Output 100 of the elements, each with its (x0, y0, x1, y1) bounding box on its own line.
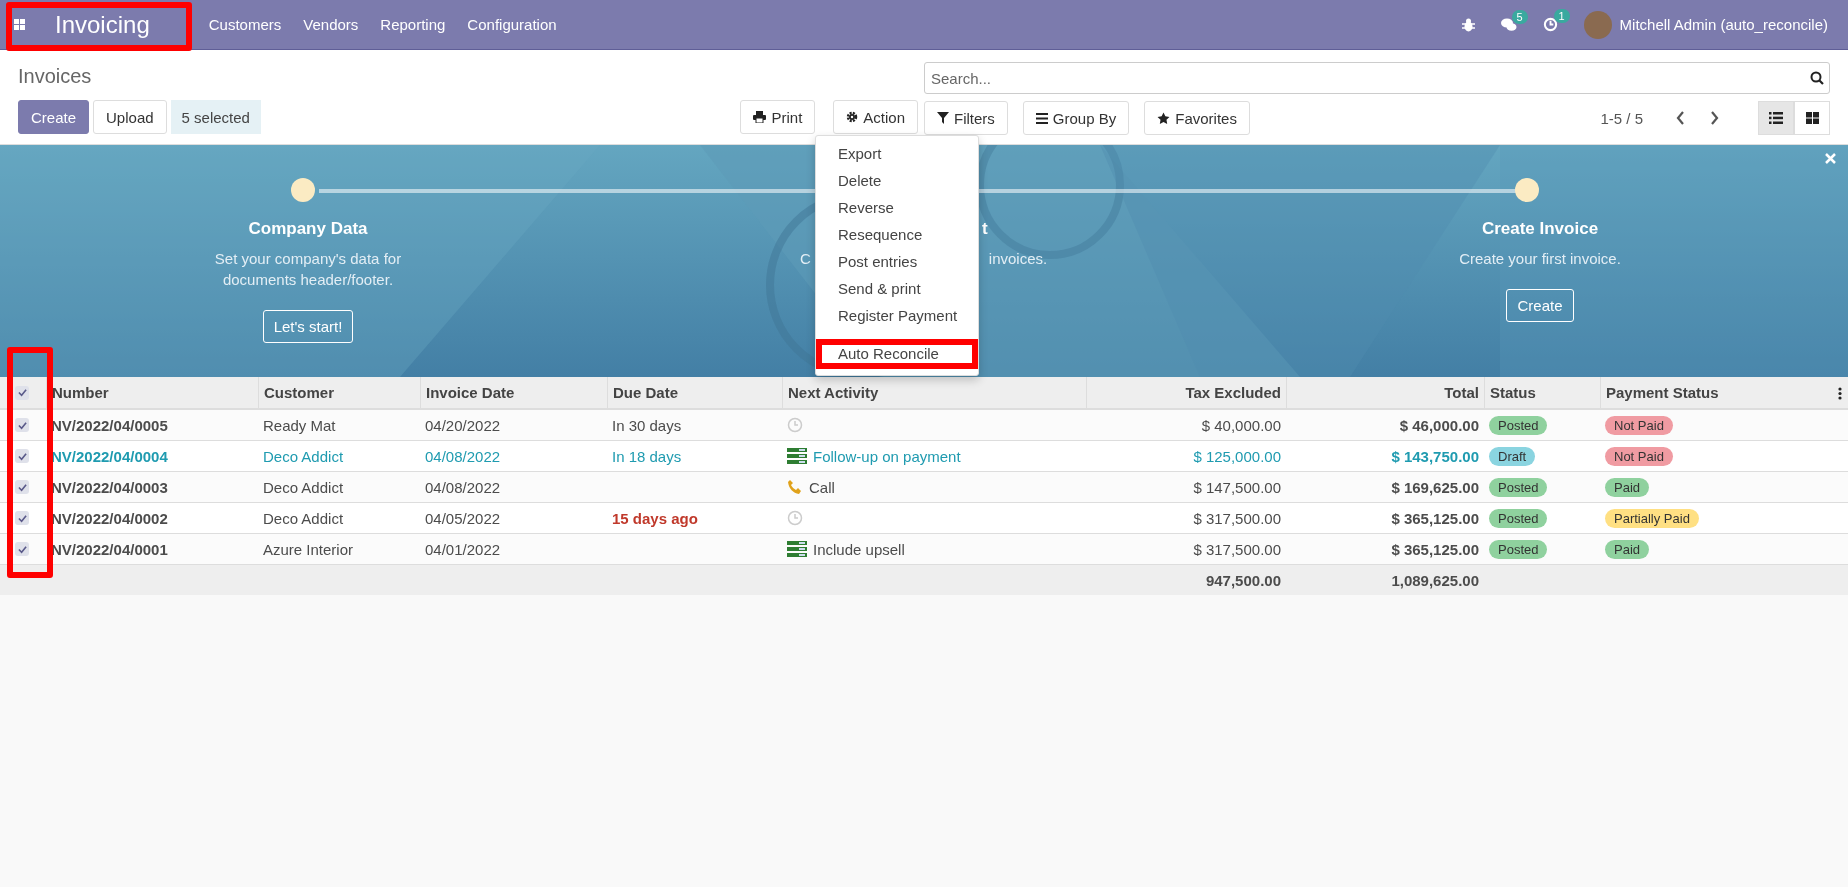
dropdown-item[interactable]: Send & print (816, 276, 978, 303)
group-by-button[interactable]: Group By (1022, 101, 1130, 135)
list-view-button[interactable] (1758, 101, 1794, 135)
action-button[interactable]: Action (833, 100, 918, 134)
table-cell: Azure Interior (263, 540, 354, 558)
table-cell: $ 125,000.00 (1193, 447, 1281, 465)
kanban-view-button[interactable] (1794, 101, 1830, 135)
dropdown-item[interactable]: Resequence (816, 222, 978, 249)
apps-menu-icon[interactable] (14, 19, 25, 30)
tax-excluded-total: 947,500.00 (1205, 571, 1281, 589)
chat-icon[interactable] (1500, 17, 1517, 32)
todo-list-icon[interactable] (787, 541, 807, 557)
checkbox[interactable] (15, 480, 29, 494)
table-cell: $ 317,500.00 (1193, 540, 1281, 558)
upload-button[interactable]: Upload (93, 100, 167, 134)
column-header[interactable]: Tax Excluded (1086, 377, 1286, 408)
menu-item[interactable]: Reporting (369, 16, 457, 33)
status-tag: Posted (1489, 539, 1548, 559)
dropdown-item[interactable]: Reverse (816, 195, 978, 222)
menu-item[interactable]: Vendors (292, 16, 370, 33)
checkbox[interactable] (15, 511, 29, 525)
table-cell: 04/05/2022 (425, 509, 501, 527)
table-cell: In 30 days (612, 416, 682, 434)
table-cell: 04/20/2022 (425, 416, 501, 434)
table-cell: 04/01/2022 (425, 540, 501, 558)
table-row[interactable]: NV/2022/04/0004 Deco Addict 04/08/2022 In 18 days Follow-up on payment $ 125,000.00 $ 143,750.00 Draft Not Paid (0, 441, 1848, 472)
column-header[interactable]: Next Activity (782, 377, 1086, 408)
table-cell: NV/2022/04/0004 (51, 447, 168, 465)
filter-icon (937, 112, 949, 124)
filters-button[interactable]: Filters (924, 101, 1008, 135)
app-title[interactable]: Invoicing (55, 10, 150, 39)
column-options-icon[interactable] (1838, 387, 1842, 400)
step-description: invoices. (988, 249, 1048, 269)
table-cell: Deco Addict (263, 509, 344, 527)
table-cell: $ 169,625.00 (1391, 478, 1479, 496)
search-icon[interactable] (1810, 71, 1824, 85)
status-tag: Posted (1489, 415, 1548, 435)
table-cell: $ 143,750.00 (1391, 447, 1479, 465)
table-cell: 15 days ago (612, 509, 698, 527)
favorites-button[interactable]: Favorites (1144, 101, 1250, 135)
payment-status-tag: Not Paid (1605, 446, 1673, 466)
table-cell: Include upsell (813, 540, 905, 558)
pager-value: 1-5 / 5 (1600, 109, 1643, 127)
table-cell: 04/08/2022 (425, 478, 501, 496)
column-header[interactable]: Number (46, 377, 258, 408)
step-title: t (982, 219, 988, 239)
selection-count: 5 selected (170, 100, 261, 134)
close-icon[interactable] (1825, 153, 1836, 164)
table-cell: $ 46,000.00 (1399, 416, 1479, 434)
column-header[interactable]: Customer (258, 377, 420, 408)
todo-list-icon[interactable] (787, 448, 807, 464)
table-cell: $ 317,500.00 (1193, 509, 1281, 527)
table-cell: Deco Addict (263, 478, 344, 496)
column-header[interactable]: Status (1484, 377, 1600, 408)
dropdown-item[interactable]: Export (816, 141, 978, 168)
menu-item[interactable]: Configuration (456, 16, 568, 33)
print-button[interactable]: Print (740, 100, 816, 134)
step-title: Company Data (248, 219, 368, 239)
step-button[interactable]: Create (1506, 289, 1574, 322)
payment-status-tag: Paid (1605, 477, 1650, 497)
checkbox[interactable] (15, 449, 29, 463)
search-field[interactable]: Search... (924, 62, 1830, 94)
step-description: Set your company's data for documents header/footer. (213, 249, 403, 290)
table-cell: In 18 days (612, 447, 682, 465)
checkbox[interactable] (15, 418, 29, 432)
table-cell: $ 40,000.00 (1201, 416, 1281, 434)
column-header[interactable]: Invoice Date (420, 377, 607, 408)
table-cell: Call (809, 478, 835, 496)
table-cell: Ready Mat (263, 416, 336, 434)
dropdown-item[interactable]: Post entries (816, 249, 978, 276)
column-header[interactable]: Total (1286, 377, 1484, 408)
grand-total: 1,089,625.00 (1391, 571, 1479, 589)
checkbox[interactable] (15, 385, 29, 400)
previous-icon[interactable] (1676, 111, 1685, 125)
menu-icon (1035, 112, 1048, 124)
table-cell: NV/2022/04/0001 (51, 540, 168, 558)
table-cell: NV/2022/04/0005 (51, 416, 168, 434)
table-cell: Deco Addict (263, 447, 344, 465)
status-tag: Draft (1489, 446, 1536, 466)
table-cell: 04/08/2022 (425, 447, 501, 465)
dropdown-item[interactable]: Auto Reconcile (816, 339, 978, 369)
checkbox[interactable] (15, 542, 29, 556)
column-header[interactable]: Due Date (607, 377, 782, 408)
table-row[interactable]: NV/2022/04/0002 Deco Addict 04/05/2022 15 days ago $ 317,500.00 $ 365,125.00 Posted Partially Paid (0, 503, 1848, 534)
list-icon (1769, 112, 1783, 124)
dropdown-item[interactable]: Delete (816, 168, 978, 195)
table-cell: $ 365,125.00 (1391, 540, 1479, 558)
status-tag: Posted (1489, 477, 1548, 497)
menu-item[interactable]: Customers (197, 16, 293, 33)
user-name[interactable]: Mitchell Admin (auto_reconcile) (1619, 16, 1828, 33)
dropdown-item[interactable]: Register Payment (816, 303, 978, 330)
next-icon[interactable] (1710, 111, 1719, 125)
table-cell: NV/2022/04/0002 (51, 509, 168, 527)
activity-count-badge: 1 (1553, 9, 1570, 23)
step-description: Create your first invoice. (1458, 249, 1622, 269)
page-title: Invoices (18, 65, 93, 89)
create-button[interactable]: Create (18, 100, 90, 134)
payment-status-tag: Partially Paid (1605, 508, 1699, 528)
bug-icon[interactable] (1461, 17, 1475, 32)
grid-icon (1805, 112, 1819, 124)
